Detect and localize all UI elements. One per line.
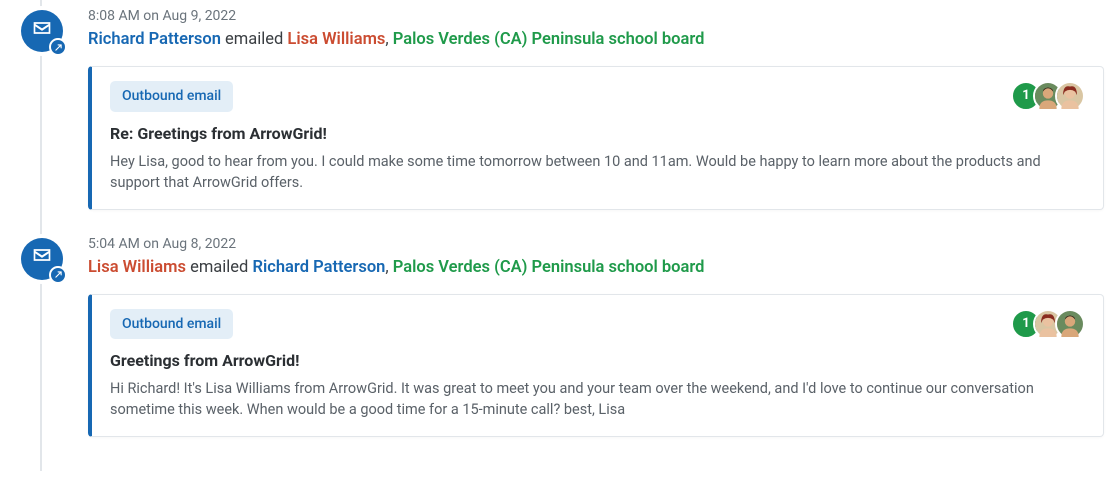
email-subject: Greetings from ArrowGrid! bbox=[110, 349, 1085, 372]
activity-entry: 5:04 AM on Aug 8, 2022 Lisa Williams ema… bbox=[16, 234, 1104, 438]
avatar-stack[interactable]: 1 bbox=[1019, 309, 1085, 339]
timestamp: 5:04 AM on Aug 8, 2022 bbox=[88, 234, 1104, 254]
outbound-email-tag: Outbound email bbox=[110, 81, 233, 111]
outbound-arrow-icon bbox=[49, 266, 67, 284]
timestamp: 8:08 AM on Aug 9, 2022 bbox=[88, 6, 1104, 26]
email-icon bbox=[32, 18, 52, 45]
email-card[interactable]: Outbound email 1 Re: Greetings from Arro… bbox=[88, 66, 1104, 210]
avatar bbox=[1055, 81, 1085, 111]
summary-verb: emailed bbox=[225, 30, 283, 49]
actor-link[interactable]: Lisa Williams bbox=[88, 258, 186, 277]
email-body-preview: Hey Lisa, good to hear from you. I could… bbox=[110, 151, 1085, 193]
card-header: Outbound email 1 bbox=[110, 81, 1085, 111]
recipient-link[interactable]: Palos Verdes (CA) Peninsula school board bbox=[393, 30, 705, 49]
avatar bbox=[1055, 309, 1085, 339]
summary-verb: emailed bbox=[190, 258, 248, 277]
actor-link[interactable]: Richard Patterson bbox=[88, 30, 221, 49]
outbound-arrow-icon bbox=[49, 38, 67, 56]
email-icon bbox=[32, 245, 52, 272]
activity-summary: Lisa Williams emailed Richard Patterson,… bbox=[88, 256, 1104, 280]
outbound-email-tag: Outbound email bbox=[110, 309, 233, 339]
email-card[interactable]: Outbound email 1 Greetings from ArrowGri… bbox=[88, 294, 1104, 438]
recipient-link[interactable]: Richard Patterson bbox=[252, 258, 385, 277]
separator: , bbox=[385, 258, 392, 277]
email-body-preview: Hi Richard! It's Lisa Williams from Arro… bbox=[110, 378, 1085, 420]
card-header: Outbound email 1 bbox=[110, 309, 1085, 339]
recipient-link[interactable]: Lisa Williams bbox=[287, 30, 385, 49]
activity-icon-container bbox=[21, 10, 63, 52]
separator: , bbox=[385, 30, 392, 49]
recipient-link[interactable]: Palos Verdes (CA) Peninsula school board bbox=[393, 258, 705, 277]
email-subject: Re: Greetings from ArrowGrid! bbox=[110, 122, 1085, 145]
activity-feed: 8:08 AM on Aug 9, 2022 Richard Patterson… bbox=[0, 0, 1120, 471]
activity-entry: 8:08 AM on Aug 9, 2022 Richard Patterson… bbox=[16, 6, 1104, 210]
activity-icon-container bbox=[21, 238, 63, 280]
avatar-stack[interactable]: 1 bbox=[1019, 81, 1085, 111]
activity-summary: Richard Patterson emailed Lisa Williams,… bbox=[88, 28, 1104, 52]
